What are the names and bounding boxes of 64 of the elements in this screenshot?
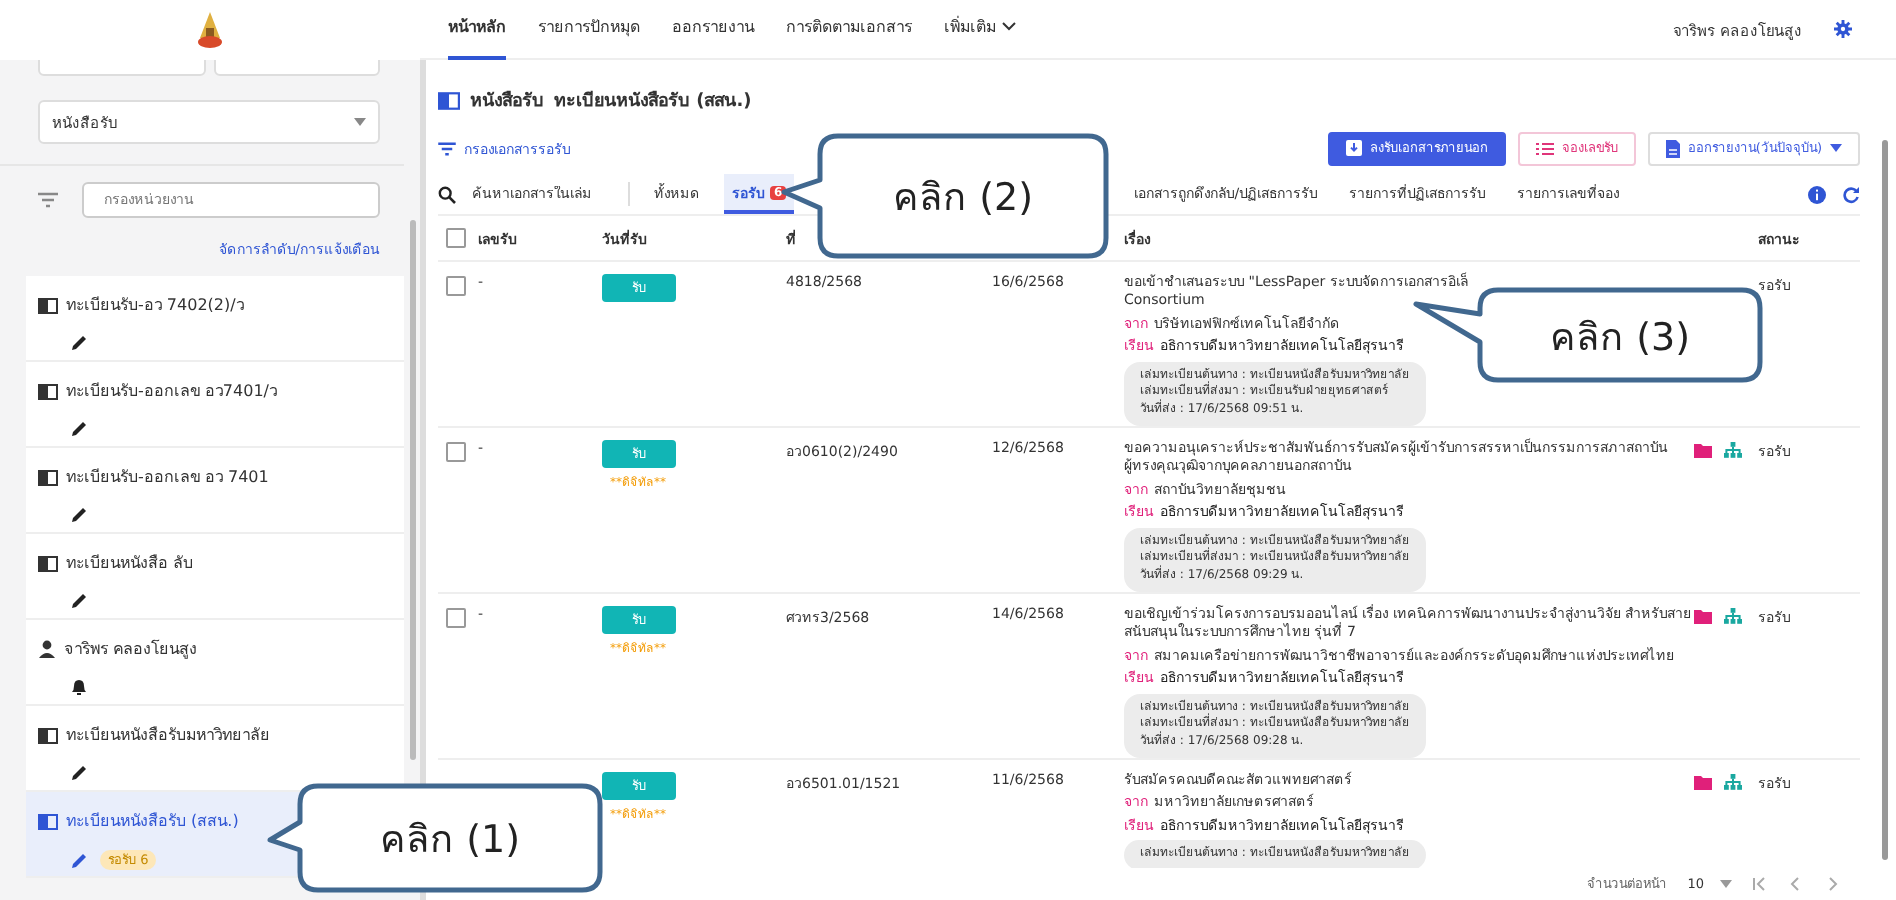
page-category: หนังสือรับ [470,88,544,114]
caret-icon [1720,880,1732,888]
folder-icon[interactable] [1694,608,1712,624]
sidebar-item[interactable]: ทะเบียนหนังสือ ลับ [26,534,404,620]
sidebar-item[interactable]: จาริพร คลองโยนสูง [26,620,404,706]
bell-icon[interactable] [70,678,88,696]
callout-text: คลิก (2) [893,174,1033,224]
next-page-icon[interactable] [1824,876,1840,892]
item-label: ทะเบียนหนังสือรับมหาวิทยาลัย [66,724,270,748]
download-icon [1345,140,1362,156]
info-icon[interactable] [1808,185,1826,203]
person-icon [38,640,56,658]
nav-tab[interactable]: หน้าหลัก [448,0,506,59]
select-all-checkbox[interactable] [446,228,466,248]
page-title: ทะเบียนหนังสือรับ (สสน.) [554,88,752,114]
hierarchy-icon[interactable] [1724,442,1742,458]
row-checkbox[interactable] [446,276,466,296]
sidebar-item[interactable]: ทะเบียนรับ-ออกเลข อว7401/ว [26,362,404,448]
pencil-icon[interactable] [70,334,88,352]
sidebar-item[interactable]: ทะเบียนรับ-อว 7402(2)/ว [26,276,404,362]
previous-page-icon[interactable] [1788,876,1804,892]
sidebar-item[interactable]: ทะเบียนรับ-ออกเลข อว 7401 [26,448,404,534]
pencil-icon[interactable] [70,506,88,524]
row-checkbox[interactable] [446,442,466,462]
nav-tab[interactable]: รายการปักหมุด [538,0,640,59]
row-checkbox[interactable] [446,608,466,628]
caret-icon [1830,144,1842,152]
folder-icon[interactable] [1694,442,1712,458]
pencil-icon[interactable] [70,764,88,782]
item-label: ทะเบียนรับ-ออกเลข อว7401/ว [66,380,277,404]
hierarchy-icon[interactable] [1724,608,1742,624]
book-icon [38,297,58,313]
scrollbar[interactable] [410,220,416,760]
refresh-icon[interactable] [1842,185,1860,203]
scrollbar[interactable] [1882,140,1888,860]
nav-tab[interactable]: เพิ่มเติม [944,0,1016,59]
item-label: จาริพร คลองโยนสูง [64,637,198,662]
item-label: ทะเบียนรับ-ออกเลข อว 7401 [66,466,269,490]
filter-icon[interactable] [38,192,58,208]
logo-icon [196,10,224,50]
filter-icon [438,141,456,155]
document-icon [1665,139,1680,157]
hierarchy-icon[interactable] [1724,774,1742,790]
book-icon [438,91,460,109]
nav-tab[interactable]: ออกรายงาน [672,0,754,59]
list-icon [1535,141,1554,155]
callout-text: คลิก (3) [1550,313,1690,363]
settings-icon[interactable] [1834,20,1852,38]
book-icon [38,469,58,485]
item-label: ทะเบียนรับ-อว 7402(2)/ว [66,294,244,318]
book-icon [38,727,58,743]
book-icon [38,813,58,829]
first-page-icon[interactable] [1752,876,1768,892]
search-icon [438,185,456,203]
pencil-icon[interactable] [70,592,88,610]
nav-tab[interactable]: การติดตามเอกสาร [786,0,912,59]
item-label: ทะเบียนหนังสือรับ (สสน.) [66,810,239,834]
item-label: ทะเบียนหนังสือ ลับ [66,552,194,576]
folder-icon[interactable] [1694,774,1712,790]
chevron-icon [1002,22,1016,32]
book-icon [38,555,58,571]
pencil-icon[interactable] [70,420,88,438]
book-icon [38,383,58,399]
caret-icon [354,118,366,126]
